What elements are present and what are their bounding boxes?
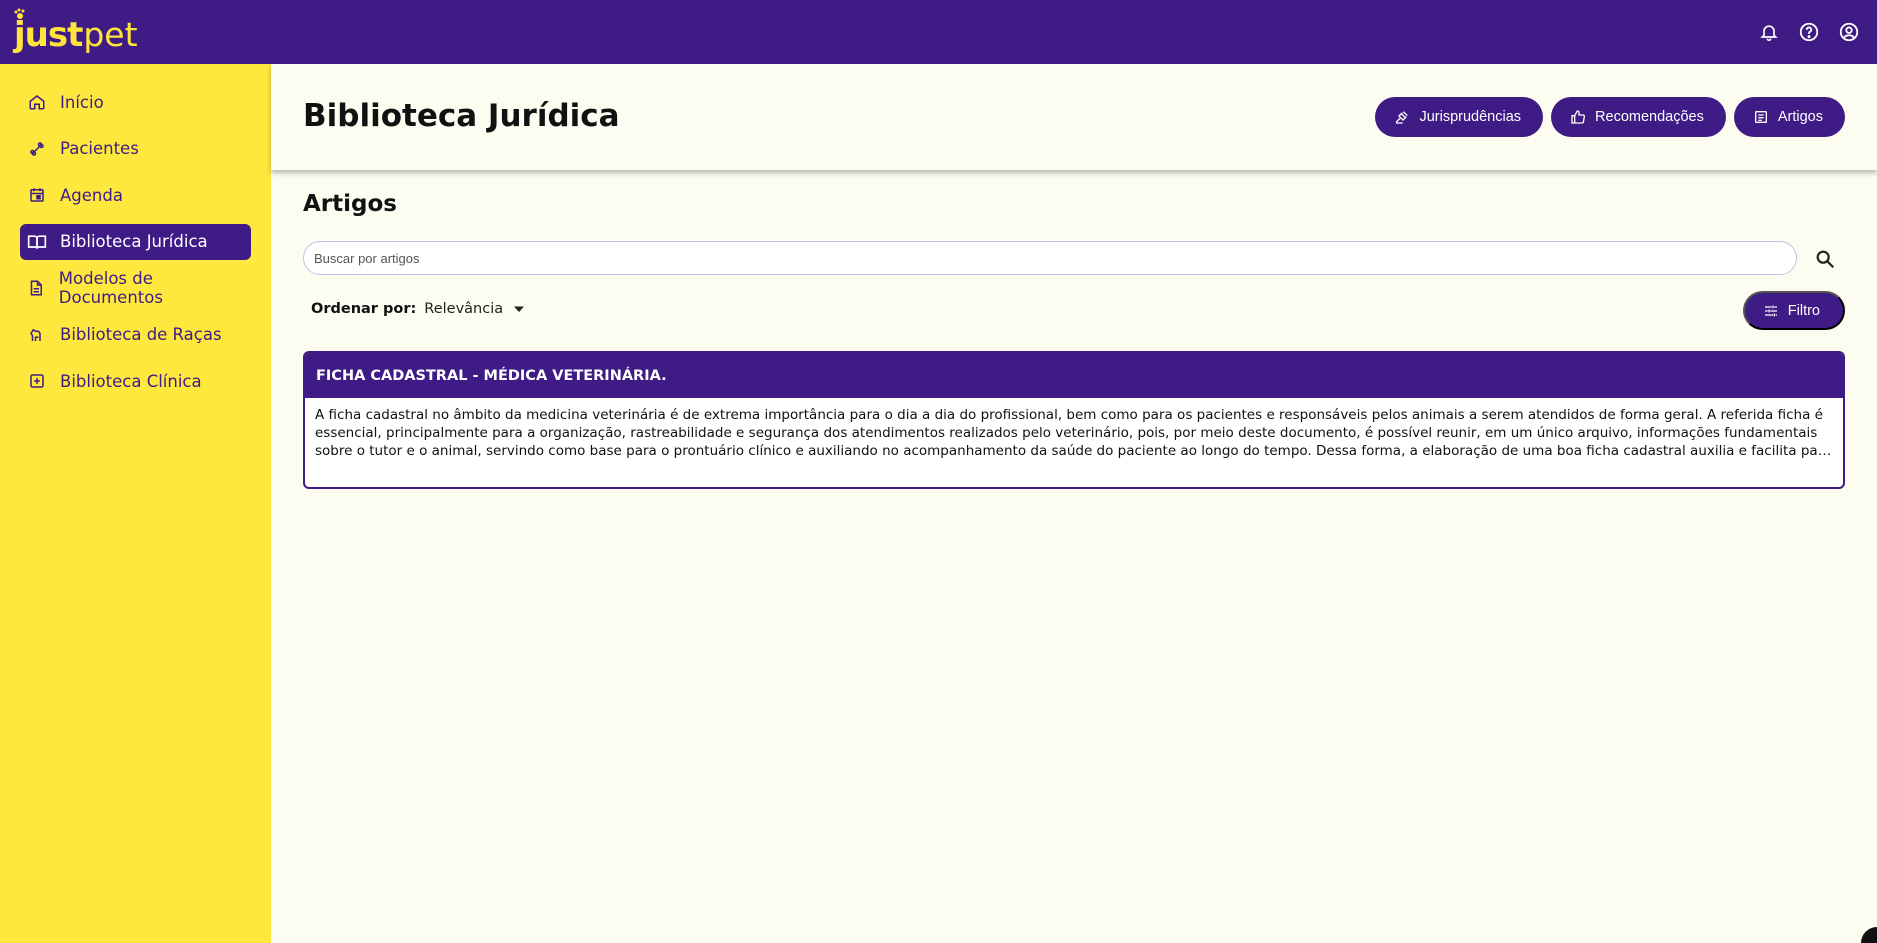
sidebar-item-biblioteca-juridica[interactable]: Biblioteca Jurídica [20, 223, 251, 260]
thumb-up-icon [1569, 108, 1587, 126]
top-actions [1757, 20, 1861, 44]
article-title: FICHA CADASTRAL - MÉDICA VETERINÁRIA. [305, 353, 1843, 398]
gavel-icon [1393, 108, 1411, 126]
chevron-down-icon[interactable] [513, 302, 527, 316]
sidebar-item-label: Biblioteca Clínica [60, 371, 202, 391]
help-icon[interactable] [1797, 20, 1821, 44]
sidebar-item-label: Biblioteca de Raças [60, 325, 222, 344]
document-icon [26, 277, 47, 299]
sidebar-nav: Início Pacientes Agenda Biblioteca Juríd… [0, 64, 271, 399]
sidebar-item-pacientes[interactable]: Pacientes [20, 131, 251, 167]
home-icon [26, 91, 48, 113]
article-excerpt: A ficha cadastral no âmbito da medicina … [315, 407, 1832, 459]
brand-logo[interactable]: just pet [14, 8, 138, 55]
sidebar-item-label: Início [60, 92, 104, 112]
filter-label: Filtro [1787, 302, 1820, 319]
paw-icon [14, 8, 25, 19]
sidebar-item-label: Biblioteca Jurídica [60, 232, 208, 251]
brand-name-part2: pet [83, 15, 138, 54]
recomendacoes-button[interactable]: Recomendações [1551, 97, 1726, 137]
brand-name-part1: just [14, 15, 83, 55]
jurisprudencias-label: Jurisprudências [1419, 109, 1522, 125]
sidebar-item-biblioteca-racas[interactable]: Biblioteca de Raças [20, 317, 251, 353]
sort-select[interactable]: Relevância [424, 301, 503, 317]
sidebar-item-label: Agenda [60, 185, 123, 205]
calendar-icon [26, 184, 48, 206]
search-icon[interactable] [1812, 246, 1838, 272]
header-actions: Jurisprudências Recomendações Artigos [1375, 97, 1845, 137]
bone-icon [26, 138, 48, 160]
window-corner [1861, 927, 1877, 943]
search-bar [303, 241, 1797, 275]
account-icon[interactable] [1837, 20, 1861, 44]
recomendacoes-label: Recomendações [1595, 109, 1704, 125]
filter-button[interactable]: Filtro [1742, 291, 1845, 330]
plus-box-icon [26, 370, 48, 392]
sort-control: Ordenar por: Relevância [311, 301, 527, 317]
sidebar-item-agenda[interactable]: Agenda [20, 177, 251, 213]
bell-icon[interactable] [1757, 20, 1781, 44]
article-card[interactable]: FICHA CADASTRAL - MÉDICA VETERINÁRIA. A … [303, 351, 1845, 489]
article-icon [1752, 108, 1770, 126]
section-title: Artigos [303, 191, 397, 217]
page-title: Biblioteca Jurídica [303, 98, 620, 134]
page-header: Biblioteca Jurídica Jurisprudências Reco… [271, 64, 1877, 170]
search-input[interactable] [303, 241, 1797, 275]
sort-label: Ordenar por: [311, 301, 417, 317]
dog-icon [26, 324, 48, 346]
artigos-label: Artigos [1777, 109, 1823, 125]
sidebar-item-label: Modelos de Documentos [58, 269, 163, 307]
sidebar-item-label: Pacientes [60, 139, 139, 158]
sidebar-item-inicio[interactable]: Início [20, 84, 251, 120]
jurisprudencias-button[interactable]: Jurisprudências [1375, 97, 1544, 137]
sidebar: Início Pacientes Agenda Biblioteca Juríd… [0, 64, 271, 943]
top-bar: just pet [0, 0, 1877, 64]
sidebar-item-biblioteca-clinica[interactable]: Biblioteca Clínica [20, 363, 251, 399]
artigos-button[interactable]: Artigos [1733, 97, 1845, 137]
sidebar-item-modelos-documentos[interactable]: Modelos de Documentos [20, 269, 251, 307]
book-open-icon [26, 231, 48, 253]
sliders-icon [1762, 302, 1780, 320]
